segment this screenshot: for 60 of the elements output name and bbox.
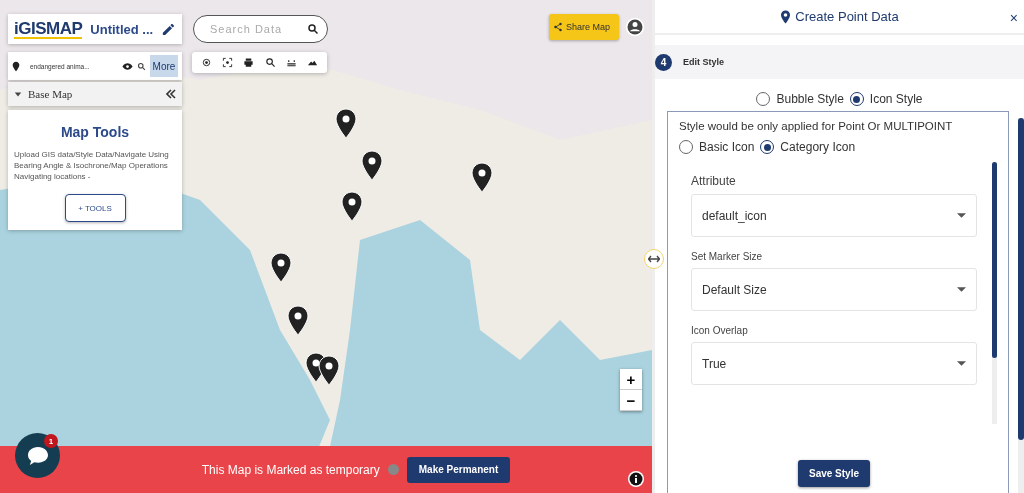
style-note: Style would be only applied for Point Or MULTIPOINT <box>679 120 954 132</box>
base-map-label: Base Map <box>28 88 74 100</box>
caret-icon <box>957 361 966 366</box>
scrollbar-thumb[interactable] <box>992 162 997 358</box>
collapse-icon[interactable] <box>166 89 176 99</box>
map-pin-icon[interactable] <box>340 191 364 222</box>
zoom-icon[interactable] <box>264 57 276 68</box>
radio-option[interactable]: Category Icon <box>760 140 856 154</box>
caret-icon[interactable] <box>14 90 22 98</box>
radio-option[interactable]: Basic Icon <box>679 140 755 154</box>
locate-icon[interactable] <box>201 57 213 68</box>
field-label: Set Marker Size <box>691 251 764 262</box>
select-field[interactable]: True <box>691 342 977 385</box>
select-field[interactable]: Default Size <box>691 268 977 311</box>
resize-arrows-icon <box>648 255 660 263</box>
map-pin-icon[interactable] <box>334 108 358 139</box>
measure-icon[interactable] <box>285 57 297 68</box>
banner-text: This Map is Marked as temporary <box>201 462 380 477</box>
base-map-header[interactable]: Base Map <box>8 82 182 106</box>
location-pin-icon <box>12 60 20 72</box>
map-tools-description: Upload GIS data/Style Data/Navigate Using Bearing Angle & Isochrone/Map Operations Navigating locations - <box>14 149 170 182</box>
caret-icon <box>957 287 966 292</box>
location-pin-icon <box>780 9 792 24</box>
search-field[interactable]: Search Data <box>193 15 328 43</box>
share-map-button[interactable]: Share Map <box>549 14 619 40</box>
panel-title: Create Point Data <box>795 9 899 24</box>
scrollbar-thumb[interactable] <box>1018 118 1024 440</box>
step-label: Edit Style <box>683 57 724 67</box>
zoom-out-button[interactable]: − <box>620 390 642 411</box>
map-tools-title: Map Tools <box>60 124 130 140</box>
pencil-icon[interactable] <box>161 21 176 37</box>
print-icon[interactable] <box>243 57 255 68</box>
zoom-icon[interactable] <box>137 61 146 71</box>
radio-option[interactable]: Icon Style <box>849 92 923 106</box>
zoom-in-button[interactable]: + <box>620 369 642 390</box>
eye-icon[interactable] <box>122 60 133 72</box>
map-pin-icon[interactable] <box>269 252 293 283</box>
logo: iGISMAP <box>14 19 83 39</box>
share-icon <box>553 22 563 32</box>
search-icon[interactable] <box>307 23 319 35</box>
map-pin-icon[interactable] <box>360 150 384 181</box>
field-label: Attribute <box>691 174 737 188</box>
step-number: 4 <box>655 53 672 71</box>
save-style-button[interactable]: Save Style <box>798 460 870 487</box>
close-button[interactable]: × <box>1009 10 1018 26</box>
map-pin-icon[interactable] <box>286 305 310 336</box>
caret-icon <box>957 213 966 218</box>
tools-button[interactable]: + TOOLS <box>64 194 126 222</box>
notification-badge: 1 <box>44 434 58 448</box>
more-button[interactable]: More <box>150 55 178 77</box>
map-pin-icon[interactable] <box>317 355 341 386</box>
map-pin-icon[interactable] <box>470 162 494 193</box>
user-avatar-icon[interactable] <box>625 17 645 37</box>
focus-icon[interactable] <box>222 57 234 68</box>
map-title: Untitled ... <box>90 21 154 37</box>
field-label: Icon Overlap <box>691 325 749 336</box>
make-permanent-button[interactable]: Make Permanent <box>406 456 511 483</box>
radio-option[interactable]: Bubble Style <box>756 92 844 106</box>
chat-icon <box>26 445 49 466</box>
select-field[interactable]: default_icon <box>691 194 977 237</box>
